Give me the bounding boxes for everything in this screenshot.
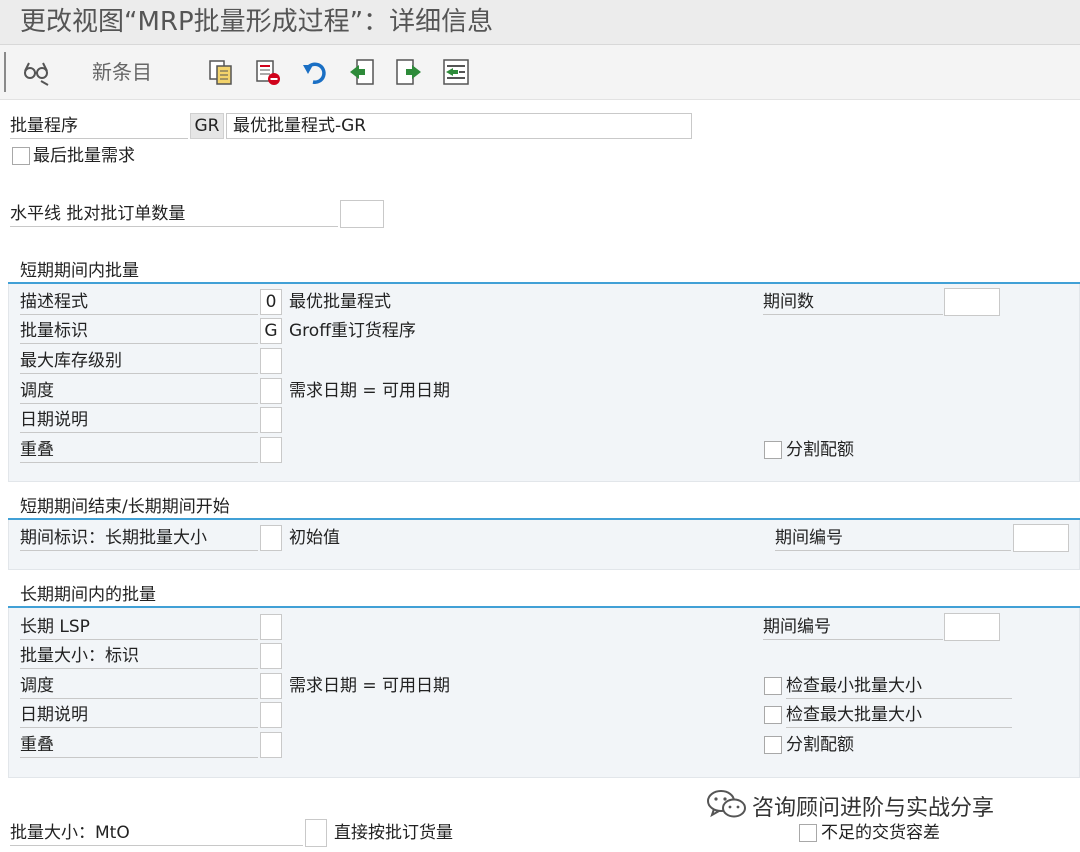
mto-label: 批量大小：MtO (10, 820, 303, 846)
horizon-label: 水平线 批对批订单数量 (10, 201, 338, 227)
long-schedule-field[interactable] (260, 673, 282, 699)
long-lsp-field[interactable] (260, 614, 282, 640)
check-min-lot-label: 检查最小批量大小 (786, 673, 1012, 699)
wechat-icon (706, 788, 748, 827)
desc-procedure-field[interactable]: 0 (260, 289, 282, 315)
transition-group-title: 短期期间结束/长期期间开始 (8, 494, 1080, 520)
check-max-lot-label: 检查最大批量大小 (786, 702, 1012, 728)
watermark-text: 咨询顾问进阶与实战分享 (752, 796, 995, 821)
new-entries-button[interactable]: 新条目 (92, 56, 152, 88)
lot-id-text: Groff重订货程序 (289, 321, 416, 341)
lot-size-id-label: 批量大小：标识 (20, 643, 258, 669)
short-term-group-title: 短期期间内批量 (8, 258, 1080, 284)
select-block-icon[interactable] (440, 56, 472, 88)
desc-procedure-label: 描述程式 (20, 289, 258, 315)
lot-id-field[interactable]: G (260, 318, 282, 344)
long-period-no-field[interactable] (944, 613, 1000, 641)
delete-icon[interactable] (252, 56, 284, 88)
undo-icon[interactable] (300, 56, 332, 88)
long-date-desc-label: 日期说明 (20, 702, 258, 728)
schedule-text: 需求日期 = 可用日期 (289, 381, 451, 401)
date-desc-field[interactable] (260, 407, 282, 433)
max-stock-label: 最大库存级别 (20, 348, 258, 374)
prev-entry-icon[interactable] (346, 56, 378, 88)
check-min-lot-checkbox[interactable] (764, 677, 782, 695)
lot-size-id-field[interactable] (260, 643, 282, 669)
copy-icon[interactable] (205, 56, 237, 88)
long-period-no-label: 期间编号 (763, 614, 943, 640)
period-id-label: 期间标识：长期批量大小 (20, 525, 258, 551)
schedule-field[interactable] (260, 378, 282, 404)
overlap-label: 重叠 (20, 437, 258, 463)
lot-procedure-label: 批量程序 (10, 113, 188, 139)
last-lot-label: 最后批量需求 (33, 146, 135, 166)
desc-procedure-text: 最优批量程式 (289, 292, 391, 312)
last-lot-checkbox[interactable] (12, 147, 30, 165)
mto-field[interactable] (305, 819, 327, 847)
horizon-field[interactable] (340, 200, 384, 228)
max-stock-field[interactable] (260, 348, 282, 374)
next-entry-icon[interactable] (393, 56, 425, 88)
long-overlap-field[interactable] (260, 732, 282, 758)
lot-id-label: 批量标识 (20, 318, 258, 344)
long-date-desc-field[interactable] (260, 702, 282, 728)
period-id-field[interactable] (260, 525, 282, 551)
period-id-text: 初始值 (289, 528, 340, 548)
toolbar-separator (4, 52, 6, 92)
transition-period-no-label: 期间编号 (775, 525, 1011, 551)
overlap-field[interactable] (260, 437, 282, 463)
toolbar (0, 44, 1080, 100)
glasses-icon[interactable] (20, 56, 52, 88)
periods-label: 期间数 (763, 289, 943, 315)
lot-procedure-code-field[interactable]: GR (190, 113, 224, 139)
periods-field[interactable] (944, 288, 1000, 316)
lot-procedure-desc-field: 最优批量程式-GR (226, 113, 692, 139)
split-quota-label: 分割配额 (786, 440, 854, 460)
long-overlap-label: 重叠 (20, 732, 258, 758)
long-lsp-label: 长期 LSP (20, 614, 258, 640)
long-split-quota-label: 分割配额 (786, 735, 854, 755)
date-desc-label: 日期说明 (20, 407, 258, 433)
under-tolerance-label: 不足的交货容差 (821, 823, 940, 843)
long-schedule-label: 调度 (20, 673, 258, 699)
split-quota-checkbox[interactable] (764, 441, 782, 459)
under-tolerance-checkbox[interactable] (799, 824, 817, 842)
schedule-label: 调度 (20, 378, 258, 404)
mto-text: 直接按批订货量 (334, 823, 453, 843)
window-title: 更改视图“MRP批量形成过程”：详细信息 (0, 0, 1080, 44)
long-split-quota-checkbox[interactable] (764, 736, 782, 754)
long-schedule-text: 需求日期 = 可用日期 (289, 676, 451, 696)
transition-period-no-field[interactable] (1013, 524, 1069, 552)
long-term-group-title: 长期期间内的批量 (8, 582, 1080, 608)
check-max-lot-checkbox[interactable] (764, 706, 782, 724)
